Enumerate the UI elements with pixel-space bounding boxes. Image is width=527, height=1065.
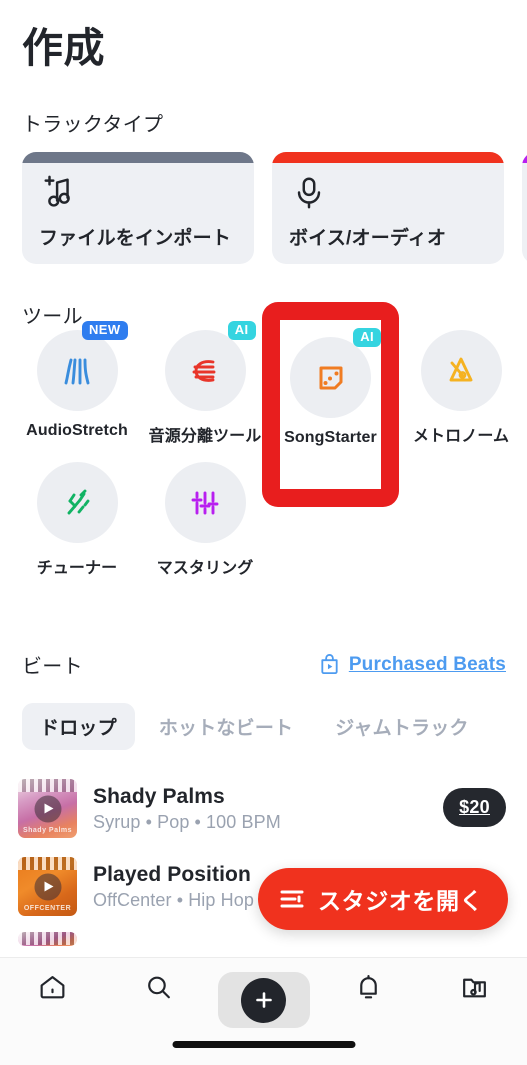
- plus-icon: [241, 977, 287, 1023]
- tuning-fork-icon: [67, 489, 90, 514]
- tool-mastering[interactable]: マスタリング: [141, 462, 269, 578]
- nav-item-notifications[interactable]: [316, 958, 421, 1003]
- beat-tab-jam[interactable]: ジャムトラック: [317, 703, 486, 750]
- tool-label: メトロノーム: [412, 428, 510, 445]
- page-title: 作成: [22, 25, 105, 71]
- tool-badge-new: NEW: [81, 321, 128, 341]
- beat-thumbnail-caption: Shady Palms: [22, 827, 73, 834]
- track-type-card-voice[interactable]: ボイス/オーディオ: [272, 152, 504, 264]
- beat-thumbnail: [18, 932, 77, 946]
- tool-label: SongStarter: [284, 429, 377, 446]
- nav-create-pill[interactable]: [217, 972, 310, 1028]
- bell-icon: [360, 975, 378, 999]
- nav-item-library[interactable]: [422, 958, 527, 1003]
- beat-meta: Played Position OffCenter • Hip Hop: [93, 863, 254, 911]
- beat-thumbnail-caption: OFFCENTER: [23, 905, 72, 912]
- track-type-card-third[interactable]: [522, 152, 527, 264]
- beat-list-item[interactable]: Shady Palms Shady Palms Syrup • Pop • 10…: [18, 776, 510, 841]
- shopping-bag-play-icon: [321, 654, 338, 675]
- search-icon: [147, 976, 170, 999]
- tools-section-label: ツール: [22, 306, 83, 328]
- tool-icon-circle: AI: [164, 321, 256, 411]
- track-type-card-import[interactable]: ファイルをインポート: [22, 152, 254, 264]
- beat-thumbnail: OFFCENTER: [18, 857, 77, 916]
- tool-audiostretch[interactable]: NEW AudioStretch: [13, 321, 141, 446]
- beat-tab-drop[interactable]: ドロップ: [22, 703, 135, 750]
- song-starter-icon: [319, 366, 342, 389]
- tool-metronome[interactable]: メトロノーム: [397, 330, 525, 446]
- play-icon[interactable]: [34, 795, 61, 822]
- beat-list-item-partial[interactable]: [18, 932, 510, 946]
- home-indicator: [172, 1041, 355, 1048]
- beat-tabs: ドロップ ホットなビート ジャムトラック: [22, 703, 487, 750]
- beat-meta: Shady Palms Syrup • Pop • 100 BPM: [93, 785, 281, 833]
- tool-tuner[interactable]: チューナー: [13, 462, 141, 578]
- beat-subtitle: Syrup • Pop • 100 BPM: [93, 811, 281, 832]
- create-screen: 作成 トラックタイプ ファイルをインポート ボイス/オーディオ ツール NEW …: [0, 0, 527, 1065]
- beat-tab-hot[interactable]: ホットなビート: [141, 703, 311, 750]
- tool-icon-circle: [36, 462, 118, 543]
- tool-icon-circle: AI: [290, 328, 381, 418]
- beat-thumbnail: Shady Palms: [18, 779, 77, 838]
- beat-title: Shady Palms: [93, 784, 225, 808]
- tool-label: AudioStretch: [26, 422, 128, 439]
- purchased-beats-label: Purchased Beats: [348, 653, 506, 675]
- purchased-beats-link[interactable]: Purchased Beats: [318, 653, 506, 676]
- beat-title: Played Position: [93, 862, 251, 886]
- price-badge[interactable]: $20: [443, 788, 506, 827]
- track-type-card-label: ボイス/オーディオ: [289, 228, 447, 249]
- nav-item-home[interactable]: [0, 958, 105, 1003]
- track-type-card-label: ファイルをインポート: [39, 228, 232, 249]
- home-icon: [40, 976, 65, 999]
- plus-glyph: [255, 992, 272, 1008]
- beat-subtitle: OffCenter • Hip Hop: [93, 889, 254, 910]
- tool-label: 音源分離ツール: [148, 428, 262, 445]
- bottom-navigation: [0, 957, 527, 1065]
- card-accent-bar: [272, 152, 504, 163]
- play-icon[interactable]: [34, 873, 61, 900]
- nav-item-create[interactable]: [211, 958, 316, 1028]
- mastering-sliders-icon: [191, 491, 219, 514]
- tool-stem-splitter[interactable]: AI 音源分離ツール: [141, 321, 269, 446]
- nav-item-search[interactable]: [105, 958, 210, 1003]
- beats-header: ビート Purchased Beats: [22, 650, 506, 679]
- tracks-mixer-icon: [280, 890, 304, 908]
- tool-icon-circle: NEW: [36, 321, 128, 411]
- metronome-icon: [449, 357, 473, 381]
- beats-section-label: ビート: [22, 656, 83, 678]
- audio-stretch-icon: [64, 358, 90, 384]
- tool-badge-ai: AI: [227, 321, 256, 341]
- track-type-section-label: トラックタイプ: [22, 114, 164, 136]
- stem-splitter-icon: [192, 359, 216, 382]
- music-note-plus-icon: [44, 175, 70, 207]
- open-studio-label: スタジオを開く: [318, 888, 484, 914]
- tools-grid: NEW AudioStretch AI 音源分離ツール メトロノーム チューナー…: [13, 321, 525, 594]
- tool-icon-circle: [420, 330, 502, 411]
- tool-label: チューナー: [36, 560, 118, 577]
- card-accent-bar: [22, 152, 254, 163]
- card-accent-bar: [522, 152, 527, 163]
- open-studio-button[interactable]: スタジオを開く: [258, 868, 509, 930]
- track-type-card-row: ファイルをインポート ボイス/オーディオ: [22, 152, 527, 264]
- microphone-icon: [297, 177, 321, 209]
- tool-icon-circle: [164, 462, 246, 543]
- tool-label: マスタリング: [156, 560, 254, 577]
- tool-badge-ai: AI: [353, 328, 381, 348]
- songstarter-highlighted[interactable]: AI SongStarter: [280, 320, 381, 489]
- folder-music-icon: [462, 978, 486, 998]
